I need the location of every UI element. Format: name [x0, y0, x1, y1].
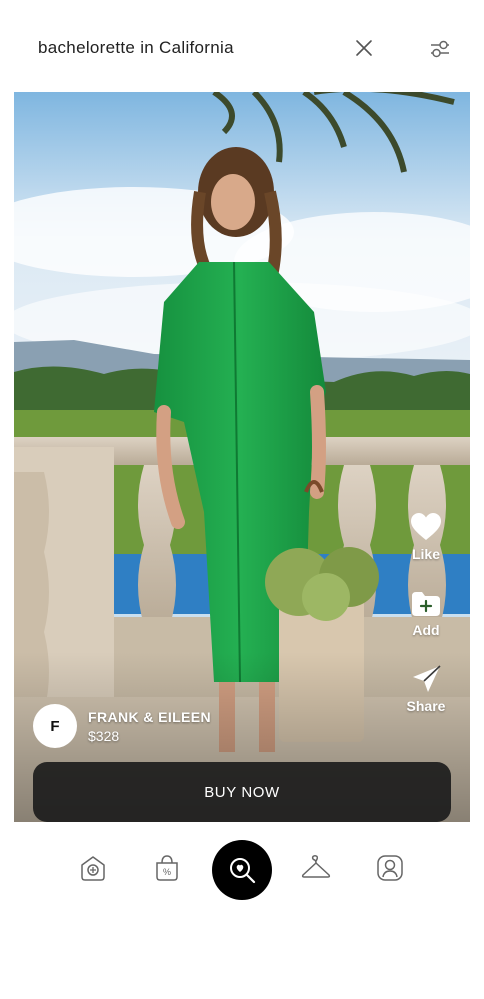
search-discover-icon: [230, 858, 256, 884]
shop-home-icon: [81, 856, 105, 881]
filter-button[interactable]: [425, 34, 455, 64]
brand-info: F FRANK & EILEEN $328: [33, 704, 211, 748]
buy-now-button[interactable]: BUY NOW: [33, 762, 451, 822]
nav-sale[interactable]: %: [151, 852, 183, 884]
bottom-navigation: %: [0, 838, 484, 902]
top-bar: bachelorette in California: [0, 0, 484, 92]
heart-icon: [411, 513, 441, 540]
sale-bag-icon: %: [156, 855, 178, 881]
add-button[interactable]: Add: [396, 588, 456, 638]
send-share-icon: [413, 665, 441, 692]
close-button[interactable]: [350, 34, 378, 62]
add-to-folder-icon: [412, 592, 440, 616]
nav-closet[interactable]: [300, 852, 332, 884]
product-price: $328: [88, 727, 120, 744]
svg-text:%: %: [163, 867, 171, 877]
filter-sliders-icon: [431, 40, 449, 58]
brand-name[interactable]: FRANK & EILEEN: [88, 709, 211, 725]
like-button[interactable]: Like: [396, 512, 456, 562]
nav-profile[interactable]: [374, 852, 406, 884]
nav-discover-active[interactable]: [212, 840, 272, 900]
brand-avatar[interactable]: F: [33, 704, 77, 748]
share-button[interactable]: Share: [396, 664, 456, 714]
add-label: Add: [412, 622, 440, 638]
like-label: Like: [411, 546, 440, 562]
brand-text: FRANK & EILEEN $328: [88, 709, 211, 744]
search-query-text[interactable]: bachelorette in California: [38, 38, 234, 58]
hanger-icon: [301, 855, 331, 878]
profile-icon: [377, 855, 403, 881]
close-icon: [356, 40, 372, 56]
nav-shop-home[interactable]: [77, 852, 109, 884]
share-label: Share: [406, 698, 446, 714]
